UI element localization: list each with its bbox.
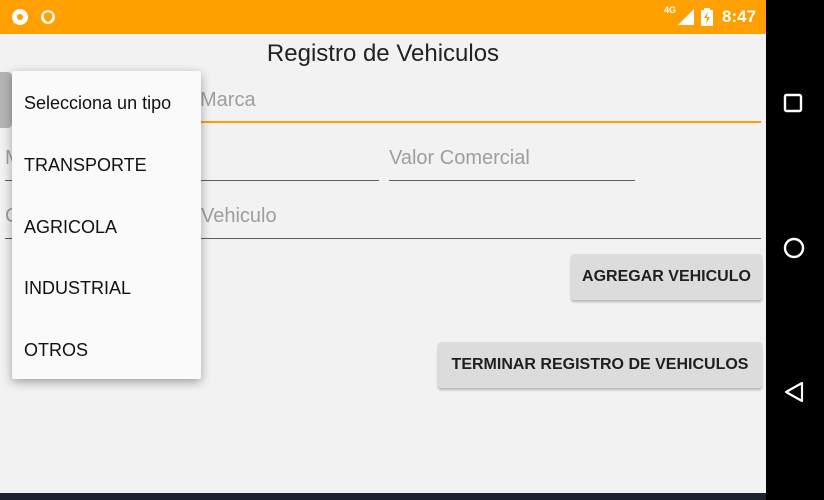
valor-comercial-input[interactable]: Valor Comercial xyxy=(389,147,635,181)
vehicle-type-dropdown: Selecciona un tipo TRANSPORTE AGRICOLA I… xyxy=(12,71,201,379)
marca-input[interactable]: Marca xyxy=(200,89,761,123)
marca-placeholder: Marca xyxy=(200,89,256,111)
app-screen: 4G 8:47 Registro de Vehiculos Marca M Va… xyxy=(0,0,766,500)
marca-underline xyxy=(200,121,761,123)
status-bar: 4G 8:47 xyxy=(0,0,766,34)
navigation-bar xyxy=(766,0,824,500)
vehiculo-placeholder: Vehiculo xyxy=(201,205,277,227)
valor-placeholder: Valor Comercial xyxy=(389,147,530,169)
clock: 8:47 xyxy=(722,7,757,26)
dropdown-item-otros[interactable]: OTROS xyxy=(24,340,88,361)
battery-icon xyxy=(700,7,720,27)
dropdown-item-transporte[interactable]: TRANSPORTE xyxy=(24,155,147,176)
add-vehicle-button[interactable]: AGREGAR VEHICULO xyxy=(571,254,762,300)
dropdown-item-industrial[interactable]: INDUSTRIAL xyxy=(24,278,131,299)
page-title: Registro de Vehiculos xyxy=(266,40,500,67)
finish-registration-button[interactable]: TERMINAR REGISTRO DE VEHICULOS xyxy=(438,342,762,388)
bottom-edge xyxy=(0,493,766,500)
type-spinner[interactable] xyxy=(0,72,12,128)
home-circle-icon[interactable] xyxy=(782,236,806,265)
dropdown-item-selecciona[interactable]: Selecciona un tipo xyxy=(24,93,171,114)
recents-square-icon[interactable] xyxy=(782,92,804,119)
dropdown-item-agricola[interactable]: AGRICOLA xyxy=(24,217,117,238)
back-triangle-icon[interactable] xyxy=(782,380,806,409)
valor-underline xyxy=(389,180,635,181)
network-type-label: 4G xyxy=(664,5,677,15)
signal-icon xyxy=(676,7,696,27)
shield-icon xyxy=(38,7,58,27)
chat-icon xyxy=(10,7,30,27)
